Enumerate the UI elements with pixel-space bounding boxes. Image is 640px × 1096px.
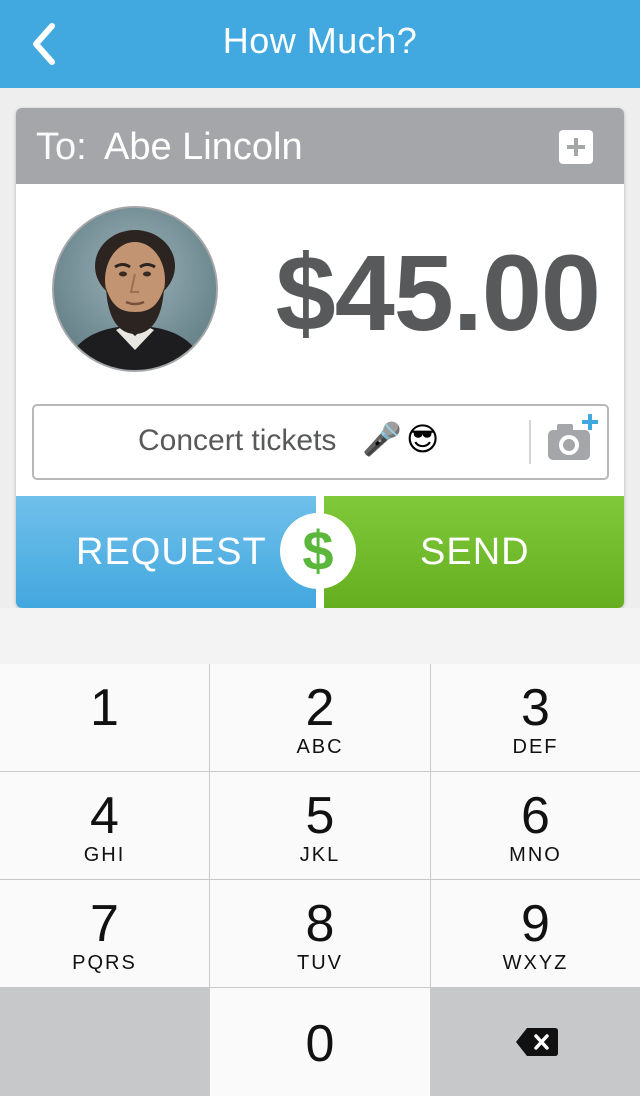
key-letters: JKL — [299, 844, 341, 866]
request-label: REQUEST — [76, 531, 267, 573]
key-number: 1 — [90, 679, 119, 737]
attach-photo-button[interactable] — [544, 412, 600, 468]
key-4[interactable]: 4 GHI — [0, 772, 210, 880]
sunglasses-emoji: 😎 — [406, 421, 440, 457]
key-number: 8 — [305, 895, 335, 953]
recipient-portrait — [54, 208, 216, 370]
amount-display: $45.00 — [275, 232, 601, 353]
key-number: 5 — [305, 787, 335, 845]
backspace-key[interactable] — [431, 988, 640, 1096]
key-8[interactable]: 8 TUV — [210, 880, 431, 988]
key-letters: DEF — [512, 736, 559, 758]
note-text: Concert tickets — [138, 424, 337, 457]
key-letters: MNO — [509, 844, 562, 866]
avatar — [52, 206, 218, 372]
key-number: 6 — [521, 787, 550, 845]
key-7[interactable]: 7 PQRS — [0, 880, 210, 988]
key-letters: GHI — [83, 844, 126, 866]
key-letters: TUV — [297, 952, 343, 974]
numeric-keypad: 1 2 ABC 3 DEF 4 GHI 5 JKL 6 MNO 7 PQRS 8… — [0, 664, 640, 1096]
card-shadow-band — [0, 608, 640, 664]
key-number: 7 — [90, 895, 119, 953]
camera-add-icon — [548, 414, 598, 460]
send-button[interactable]: SEND — [324, 496, 624, 608]
request-button[interactable]: REQUEST — [16, 496, 316, 608]
key-letters: PQRS — [72, 952, 137, 974]
backspace-icon — [515, 1026, 559, 1058]
key-6[interactable]: 6 MNO — [431, 772, 640, 880]
to-label: To: — [36, 126, 87, 168]
send-label: SEND — [420, 531, 530, 573]
key-number: 2 — [305, 679, 335, 737]
add-recipient-button[interactable] — [559, 130, 593, 164]
recipient-name[interactable]: Abe Lincoln — [104, 126, 303, 169]
key-number: 0 — [305, 1015, 335, 1073]
key-number: 9 — [521, 895, 550, 953]
key-letters: ABC — [296, 736, 344, 758]
key-9[interactable]: 9 WXYZ — [431, 880, 640, 988]
microphone-emoji: 🎤 — [362, 421, 402, 457]
key-2[interactable]: 2 ABC — [210, 664, 431, 772]
key-3[interactable]: 3 DEF — [431, 664, 640, 772]
key-5[interactable]: 5 JKL — [210, 772, 431, 880]
note-field[interactable]: Concert tickets 🎤 😎 — [32, 404, 609, 480]
key-number: 4 — [90, 787, 119, 845]
key-number: 3 — [521, 679, 550, 737]
top-bar: How Much? — [0, 0, 640, 88]
key-blank — [0, 988, 210, 1096]
note-divider — [529, 420, 531, 464]
page-title: How Much? — [222, 20, 418, 61]
key-letters: WXYZ — [502, 952, 569, 974]
payment-card: To: Abe Lincoln $45.00 Concert tickets 🎤… — [16, 108, 624, 608]
recipient-bar: To: Abe Lincoln — [16, 108, 624, 184]
dollar-sign-icon: $ — [280, 513, 356, 589]
key-0[interactable]: 0 — [210, 988, 431, 1096]
key-1[interactable]: 1 — [0, 664, 210, 772]
